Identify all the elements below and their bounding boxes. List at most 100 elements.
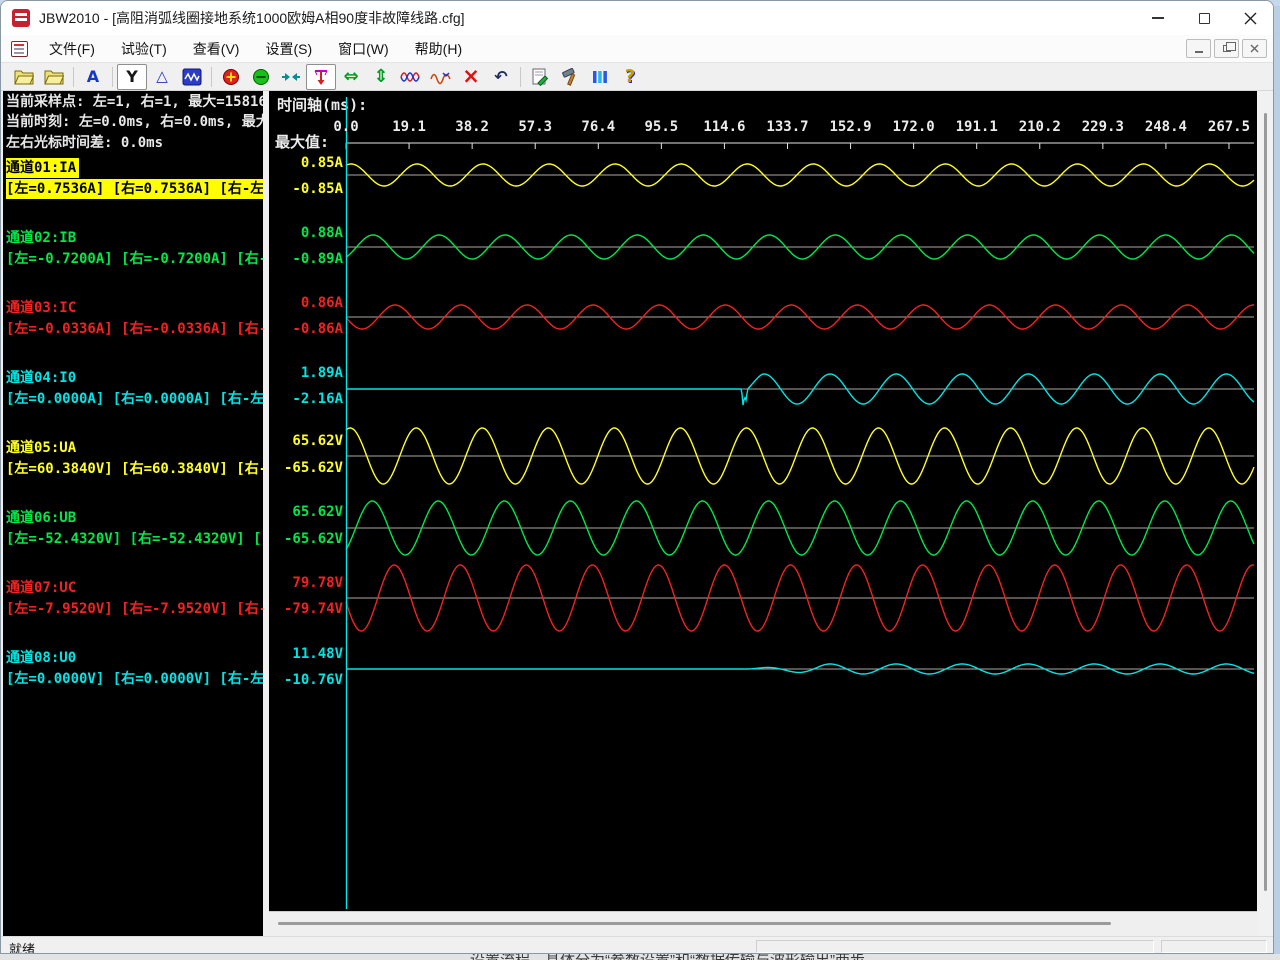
overlay-waveforms-icon[interactable] — [396, 64, 426, 90]
channel-label-6[interactable]: 通道06:UB — [6, 508, 76, 528]
wye-connection-icon[interactable]: Y — [117, 64, 147, 90]
delete-channel-icon-glyph: × — [462, 66, 480, 87]
channel-label-4[interactable]: 通道04:I0 — [6, 368, 76, 388]
time-tick-label: 133.7 — [766, 119, 808, 135]
channel-label-2[interactable]: 通道02:IB — [6, 228, 76, 248]
mdi-close-icon — [1250, 44, 1259, 53]
menu-file[interactable]: 文件(F) — [36, 35, 108, 62]
time-tick-label: 210.2 — [1019, 119, 1061, 135]
waveform-compare-icon[interactable] — [426, 64, 456, 90]
channel-values-4: [左=0.0000A] [右=0.0000A] [右-左 — [6, 389, 263, 409]
status-bar: 就绪 — [1, 936, 1273, 954]
max-value-IC: 0.86A — [271, 295, 343, 311]
undo-icon-glyph: ↶ — [494, 69, 507, 85]
parameter-list-icon[interactable] — [585, 64, 615, 90]
mdi-restore-icon — [1223, 45, 1231, 52]
menu-window[interactable]: 窗口(W) — [325, 35, 402, 62]
channel-label-1[interactable]: 通道01:IA — [6, 158, 79, 178]
delta-connection-icon-glyph: △ — [156, 69, 168, 84]
maximize-icon — [1199, 13, 1210, 24]
channel-label-3[interactable]: 通道03:IC — [6, 298, 76, 318]
tools-hammer-icon[interactable] — [555, 64, 585, 90]
status-panel-2 — [1161, 940, 1267, 953]
waveform-plot[interactable] — [269, 91, 1257, 911]
min-value-IB: -0.89A — [271, 251, 343, 267]
max-value-IA: 0.85A — [271, 155, 343, 171]
edit-report-icon[interactable] — [525, 64, 555, 90]
max-value-UC: 79.78V — [271, 575, 343, 591]
background-window-text: 设置流程，具体分为“参数设置”和“数据传输与波形输出”两步 — [470, 954, 1280, 960]
current-time-info: 当前时刻: 左=0.0ms, 右=0.0ms, 最大 — [6, 112, 263, 132]
cursor-delta-info: 左右光标时间差: 0.0ms — [6, 133, 163, 153]
phasor-a-icon-glyph: A — [87, 69, 99, 85]
vertical-scrollbar-thumb[interactable] — [1264, 113, 1267, 891]
mdi-minimize-button[interactable] — [1186, 39, 1211, 58]
help-icon-glyph: ? — [625, 68, 635, 86]
menu-help[interactable]: 帮助(H) — [402, 35, 475, 62]
horizontal-scrollbar[interactable] — [269, 911, 1257, 936]
open-data-icon[interactable] — [39, 64, 69, 90]
window-title: JBW2010 - [高阻消弧线圈接地系统1000欧姆A相90度非故障线路.cf… — [39, 8, 465, 28]
compress-time-icon[interactable] — [276, 64, 306, 90]
toolbar-separator — [73, 67, 74, 87]
mdi-close-button[interactable] — [1242, 39, 1267, 58]
time-tick-label: 248.4 — [1145, 119, 1187, 135]
expand-vertical-icon[interactable]: ⇕ — [366, 64, 396, 90]
menu-test[interactable]: 试验(T) — [108, 35, 180, 62]
time-tick-label: 0.0 — [333, 119, 358, 135]
app-icon — [12, 9, 30, 27]
min-value-UA: -65.62V — [271, 460, 343, 476]
min-value-IA: -0.85A — [271, 181, 343, 197]
toolbar-separator — [211, 67, 212, 87]
mdi-restore-button[interactable] — [1214, 39, 1239, 58]
channel-label-7[interactable]: 通道07:UC — [6, 578, 76, 598]
time-tick-label: 191.1 — [956, 119, 998, 135]
help-icon[interactable]: ? — [615, 64, 645, 90]
expand-horizontal-icon[interactable]: ⇔ — [336, 64, 366, 90]
time-tick-label: 38.2 — [455, 119, 489, 135]
horizontal-scrollbar-thumb[interactable] — [278, 922, 1111, 925]
menu-view[interactable]: 查看(V) — [180, 35, 253, 62]
window-controls — [1135, 1, 1273, 35]
time-tick-label: 95.5 — [644, 119, 678, 135]
amplitude-decrease-icon[interactable] — [246, 64, 276, 90]
minimize-button[interactable] — [1135, 1, 1181, 35]
phasor-a-icon[interactable]: A — [78, 64, 108, 90]
status-text: 就绪 — [9, 939, 35, 954]
waveform-view-icon[interactable] — [177, 64, 207, 90]
waveform-area: 时间轴(ms): 最大值: 0.019.138.257.376.495.5114… — [269, 91, 1257, 936]
min-value-U0: -10.76V — [271, 672, 343, 688]
channel-label-5[interactable]: 通道05:UA — [6, 438, 76, 458]
minimize-icon — [1152, 17, 1164, 19]
vertical-scrollbar[interactable] — [1257, 91, 1273, 936]
expand-vertical-icon-glyph: ⇕ — [373, 68, 388, 86]
maximize-button[interactable] — [1181, 1, 1227, 35]
channel-values-1: [左=0.7536A] [右=0.7536A] [右-左 — [6, 179, 263, 199]
channel-label-8[interactable]: 通道08:U0 — [6, 648, 76, 668]
mdi-window-controls — [1186, 39, 1267, 58]
toolbar: A Y △ ⇔ ⇕ × ↶? — [1, 63, 1273, 91]
delete-channel-icon[interactable]: × — [456, 64, 486, 90]
wave-I0 — [346, 374, 1254, 405]
close-icon — [1244, 12, 1257, 25]
time-tick-label: 114.6 — [703, 119, 745, 135]
time-tick-label: 229.3 — [1082, 119, 1124, 135]
open-file-icon[interactable] — [9, 64, 39, 90]
toolbar-separator — [520, 67, 521, 87]
menu-bar: 文件(F)试验(T)查看(V)设置(S)窗口(W)帮助(H) — [1, 35, 1273, 63]
time-tick-label: 172.0 — [893, 119, 935, 135]
amplitude-increase-icon[interactable] — [216, 64, 246, 90]
close-button[interactable] — [1227, 1, 1273, 35]
menu-settings[interactable]: 设置(S) — [252, 35, 325, 62]
channel-values-3: [左=-0.0336A] [右=-0.0336A] [右- — [6, 319, 263, 339]
document-system-icon[interactable] — [11, 41, 28, 57]
time-tick-label: 267.5 — [1208, 119, 1250, 135]
cursor-tool-icon[interactable] — [306, 64, 336, 90]
time-tick-label: 152.9 — [829, 119, 871, 135]
undo-icon[interactable]: ↶ — [486, 64, 516, 90]
status-panel-1 — [756, 940, 1154, 953]
channel-values-5: [左=60.3840V] [右=60.3840V] [右- — [6, 459, 263, 479]
delta-connection-icon[interactable]: △ — [147, 64, 177, 90]
background-window-edge — [1274, 6, 1280, 954]
channel-values-7: [左=-7.9520V] [右=-7.9520V] [右- — [6, 599, 263, 619]
